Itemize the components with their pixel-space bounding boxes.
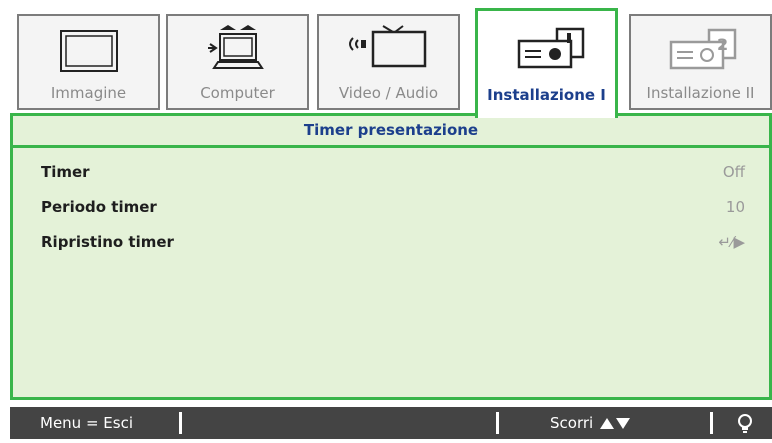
settings-panel: Timer presentazione Timer Off Periodo ti… <box>10 113 772 400</box>
panel-title: Timer presentazione <box>13 116 769 148</box>
menu-item-label: Ripristino timer <box>41 233 174 251</box>
tab-label: Installazione I <box>487 86 606 104</box>
enter-arrow-icon: ↵⁄▶ <box>718 233 745 251</box>
tab-bar: Immagine Computer Video / Audio Installa… <box>0 0 772 118</box>
projector-osd-menu: Immagine Computer Video / Audio Installa… <box>0 0 772 443</box>
menu-exit-hint: Menu = Esci <box>40 414 133 432</box>
lightbulb-icon[interactable] <box>736 407 754 439</box>
menu-item-value: 10 <box>725 198 745 216</box>
divider <box>496 412 499 434</box>
menu-item-label: Timer <box>41 163 90 181</box>
footer-bar: Menu = Esci Scorri <box>10 407 772 439</box>
monitor-icon <box>19 24 158 78</box>
divider <box>179 412 182 434</box>
projector-settings-icon: 2 <box>631 24 770 78</box>
tab-label: Computer <box>200 84 275 102</box>
tab-label: Installazione II <box>646 84 755 102</box>
menu-item-ripristino-timer[interactable]: Ripristino timer ↵⁄▶ <box>13 228 769 256</box>
tab-immagine[interactable]: Immagine <box>17 14 160 110</box>
scroll-label: Scorri <box>550 414 594 432</box>
tab-installazione-1[interactable]: Installazione I <box>475 8 618 118</box>
video-audio-icon <box>319 24 458 78</box>
tab-label: Video / Audio <box>338 84 439 102</box>
up-down-arrows-icon <box>598 414 630 432</box>
tab-installazione-2[interactable]: 2 Installazione II <box>629 14 772 110</box>
laptop-icon <box>168 24 307 78</box>
menu-item-timer[interactable]: Timer Off <box>13 158 769 186</box>
tab-computer[interactable]: Computer <box>166 14 309 110</box>
menu-item-periodo-timer[interactable]: Periodo timer 10 <box>13 193 769 221</box>
tab-video-audio[interactable]: Video / Audio <box>317 14 460 110</box>
projector-icon <box>478 23 615 77</box>
menu-item-value: Off <box>722 163 745 181</box>
scroll-hint: Scorri <box>550 407 630 439</box>
svg-text:2: 2 <box>717 35 728 54</box>
divider <box>710 412 713 434</box>
menu-item-label: Periodo timer <box>41 198 157 216</box>
tab-label: Immagine <box>50 84 127 102</box>
